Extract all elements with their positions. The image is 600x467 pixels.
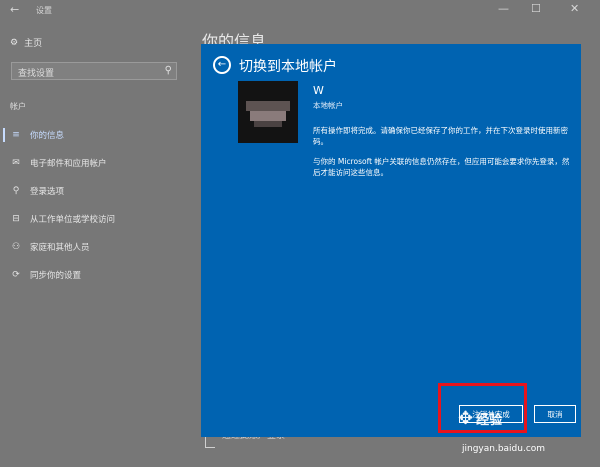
briefcase-icon: ⊟ <box>12 214 20 224</box>
list-icon: ≡ <box>12 130 20 140</box>
key-icon: ⚲ <box>12 186 20 196</box>
avatar-blur <box>254 121 282 127</box>
search-icon: ⚲ <box>164 65 172 76</box>
back-arrow-icon[interactable]: ← <box>213 56 231 74</box>
switch-local-account-dialog: ← 切换到本地帐户 W 本地帐户 所有操作即将完成。请确保你已经保存了你的工作，… <box>201 44 581 437</box>
mail-icon: ✉ <box>12 158 20 168</box>
sync-icon: ⟳ <box>12 270 20 280</box>
sidebar-item-sign-in-options[interactable]: ⚲ 登录选项 <box>0 177 190 205</box>
gear-icon: ⚙ <box>10 37 19 48</box>
avatar-blur <box>250 111 286 121</box>
sidebar-home[interactable]: ⚙ 主页 <box>10 36 43 50</box>
dialog-title: 切换到本地帐户 <box>239 59 337 75</box>
sidebar-item-email-accounts[interactable]: ✉ 电子邮件和应用帐户 <box>0 149 190 177</box>
sidebar-nav: ≡ 你的信息 ✉ 电子邮件和应用帐户 ⚲ 登录选项 ⊟ 从工作单位或学校访问 ⚇… <box>0 121 190 289</box>
sidebar-item-sync[interactable]: ⟳ 同步你的设置 <box>0 261 190 289</box>
paw-icon: ✥ <box>458 408 474 429</box>
user-name: W <box>313 84 324 97</box>
sidebar-item-your-info[interactable]: ≡ 你的信息 <box>0 121 190 149</box>
search-input[interactable]: 查找设置 ⚲ <box>11 62 177 80</box>
title-bar: ← 设置 — ☐ ✕ <box>0 0 600 20</box>
info-paragraph-1: 所有操作即将完成。请确保你已经保存了你的工作，并在下次登录时使用新密码。 <box>313 126 568 146</box>
maximize-icon[interactable]: ☐ <box>531 2 541 15</box>
person-icon: ⚇ <box>11 242 21 252</box>
close-icon[interactable]: ✕ <box>570 2 579 15</box>
sidebar-item-label: 登录选项 <box>30 187 65 197</box>
search-placeholder: 查找设置 <box>18 69 55 79</box>
info-paragraph-2: 与你的 Microsoft 帐户关联的信息仍然存在，但应用可能会要求你先登录，然… <box>313 157 570 177</box>
sidebar-item-label: 从工作单位或学校访问 <box>30 215 116 225</box>
account-type: 本地帐户 <box>313 101 343 110</box>
sidebar-item-label: 你的信息 <box>30 131 65 141</box>
minimize-icon[interactable]: — <box>498 2 509 15</box>
sidebar-item-label: 同步你的设置 <box>30 271 82 281</box>
sidebar-item-family[interactable]: ⚇ 家庭和其他人员 <box>0 233 190 261</box>
sidebar-item-label: 家庭和其他人员 <box>30 243 90 253</box>
section-label: 帐户 <box>10 102 26 111</box>
window-title: 设置 <box>36 6 52 15</box>
watermark: ✥ 经验 <box>458 408 502 429</box>
sidebar-item-label: 电子邮件和应用帐户 <box>30 159 107 169</box>
cancel-button[interactable]: 取消 <box>534 405 576 423</box>
sidebar-item-work-school[interactable]: ⊟ 从工作单位或学校访问 <box>0 205 190 233</box>
avatar-blur <box>246 101 290 111</box>
back-arrow-icon[interactable]: ← <box>10 3 19 16</box>
watermark-url: jingyan.baidu.com <box>462 444 546 454</box>
home-label: 主页 <box>24 39 43 49</box>
watermark-brand: 经验 <box>476 413 503 428</box>
avatar <box>238 81 298 143</box>
sidebar: ⚙ 主页 查找设置 ⚲ 帐户 ≡ 你的信息 ✉ 电子邮件和应用帐户 ⚲ 登录选项… <box>0 20 190 467</box>
